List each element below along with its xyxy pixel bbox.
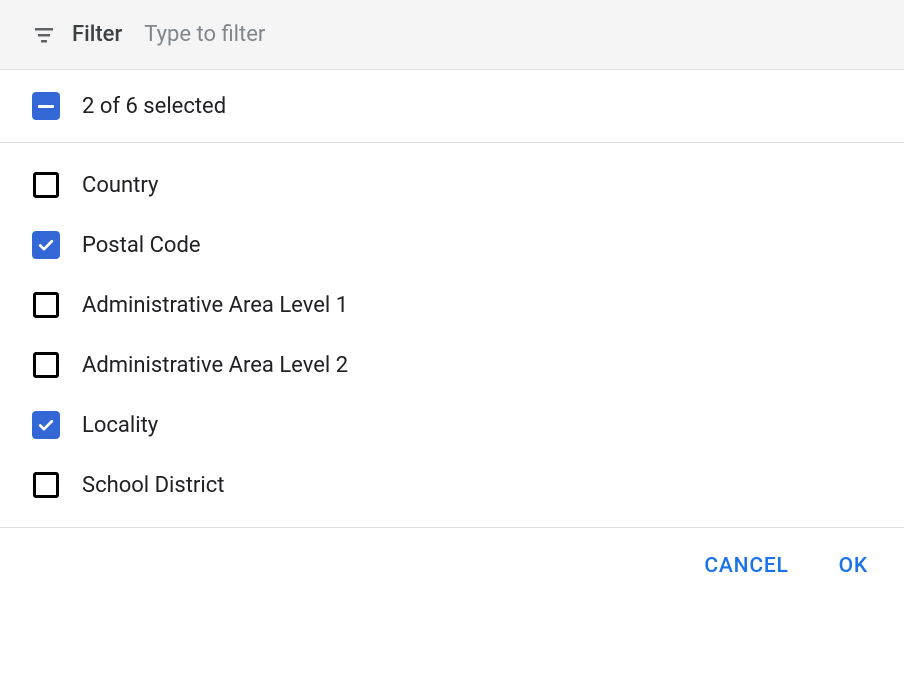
option-row-admin-area-1[interactable]: Administrative Area Level 1 [0, 275, 904, 335]
ok-button[interactable]: OK [835, 548, 872, 584]
cancel-button[interactable]: CANCEL [700, 548, 792, 584]
checkbox-indeterminate-icon [32, 92, 60, 120]
checkbox-admin-area-1[interactable] [32, 291, 60, 319]
option-label: Administrative Area Level 2 [82, 353, 348, 378]
checkbox-unchecked-icon [33, 472, 59, 498]
checkbox-admin-area-2[interactable] [32, 351, 60, 379]
option-label: Country [82, 173, 158, 198]
options-list: Country Postal Code Administrative Area … [0, 143, 904, 528]
select-all-checkbox[interactable] [32, 92, 60, 120]
option-label: Locality [82, 413, 158, 438]
selection-summary: 2 of 6 selected [82, 94, 226, 119]
checkbox-unchecked-icon [33, 292, 59, 318]
option-label: Administrative Area Level 1 [82, 293, 348, 318]
option-row-school-district[interactable]: School District [0, 455, 904, 515]
option-row-postal-code[interactable]: Postal Code [0, 215, 904, 275]
checkbox-country[interactable] [32, 171, 60, 199]
filter-input[interactable] [144, 22, 872, 47]
dialog-actions: CANCEL OK [0, 528, 904, 604]
filter-bar: Filter [0, 0, 904, 70]
checkbox-school-district[interactable] [32, 471, 60, 499]
option-label: School District [82, 473, 224, 498]
checkbox-unchecked-icon [33, 352, 59, 378]
checkbox-checked-icon [32, 231, 60, 259]
option-label: Postal Code [82, 233, 201, 258]
checkbox-postal-code[interactable] [32, 231, 60, 259]
option-row-admin-area-2[interactable]: Administrative Area Level 2 [0, 335, 904, 395]
checkbox-checked-icon [32, 411, 60, 439]
option-row-locality[interactable]: Locality [0, 395, 904, 455]
checkbox-unchecked-icon [33, 172, 59, 198]
checkbox-locality[interactable] [32, 411, 60, 439]
filter-label: Filter [72, 22, 122, 47]
option-row-country[interactable]: Country [0, 155, 904, 215]
filter-list-icon [32, 23, 56, 47]
select-all-row[interactable]: 2 of 6 selected [0, 70, 904, 143]
